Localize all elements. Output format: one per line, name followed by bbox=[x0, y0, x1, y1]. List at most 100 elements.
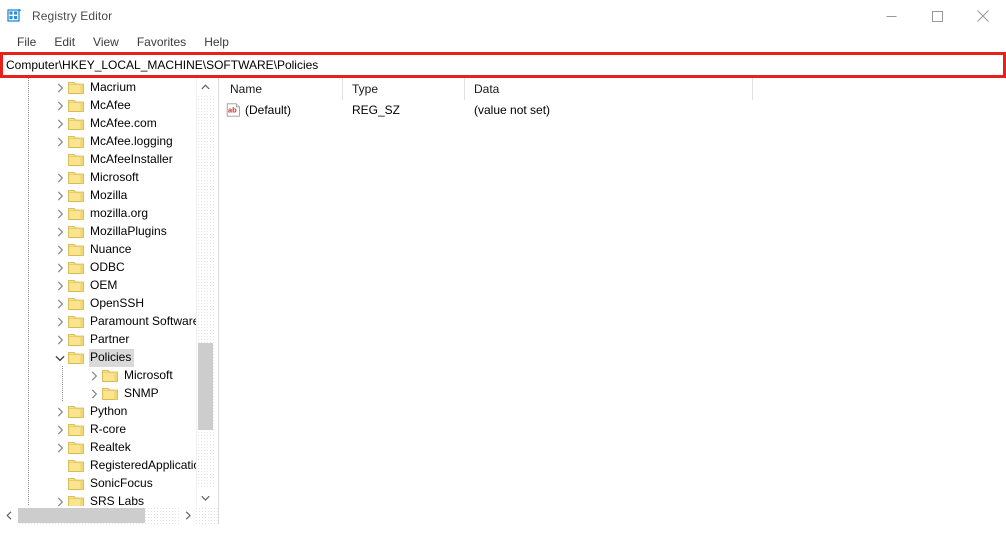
svg-text:ab: ab bbox=[228, 106, 237, 115]
tree-item-label: SNMP bbox=[124, 386, 159, 400]
chevron-right-icon[interactable] bbox=[52, 439, 68, 457]
scroll-up-icon[interactable] bbox=[197, 78, 214, 95]
title-bar: Registry Editor bbox=[0, 0, 1006, 32]
values-list[interactable]: ab (Default) REG_SZ (value not set) bbox=[221, 100, 1006, 120]
column-header-label: Type bbox=[352, 82, 379, 96]
registry-path-bar[interactable]: Computer\HKEY_LOCAL_MACHINE\SOFTWARE\Pol… bbox=[3, 55, 1003, 75]
tree-item-paramount-software[interactable]: Paramount Software bbox=[0, 313, 196, 331]
scroll-right-icon[interactable] bbox=[179, 507, 196, 524]
folder-icon bbox=[102, 387, 118, 401]
folder-icon bbox=[68, 297, 84, 311]
maximize-button[interactable] bbox=[914, 0, 960, 32]
tree-item-mcafee[interactable]: McAfee bbox=[0, 97, 196, 115]
scroll-left-icon[interactable] bbox=[0, 507, 17, 524]
tree-item-policies[interactable]: Policies bbox=[0, 349, 196, 367]
tree-vscroll-thumb[interactable] bbox=[198, 343, 213, 430]
tree-item-label: RegisteredApplications bbox=[90, 458, 196, 472]
folder-icon bbox=[68, 99, 84, 113]
tree-vscroll-track[interactable] bbox=[197, 95, 214, 489]
main-content: Macrium McAfee McAfee.com McAfee.logging McA… bbox=[0, 78, 1006, 526]
tree-item-python[interactable]: Python bbox=[0, 403, 196, 421]
menu-bar: File Edit View Favorites Help bbox=[0, 32, 1006, 52]
tree-item-mcafeeinstaller[interactable]: McAfeeInstaller bbox=[0, 151, 196, 169]
chevron-right-icon[interactable] bbox=[52, 493, 68, 506]
chevron-right-icon[interactable] bbox=[52, 295, 68, 313]
chevron-right-icon[interactable] bbox=[86, 367, 102, 385]
tree-item-microsoft[interactable]: Microsoft bbox=[0, 367, 196, 385]
registry-editor-window: Registry Editor File Edit View Favorites… bbox=[0, 0, 1006, 526]
chevron-right-icon[interactable] bbox=[52, 205, 68, 223]
chevron-right-icon[interactable] bbox=[52, 223, 68, 241]
tree-item-snmp[interactable]: SNMP bbox=[0, 385, 196, 403]
tree-item-label: SRS Labs bbox=[90, 494, 145, 506]
minimize-button[interactable] bbox=[868, 0, 914, 32]
column-header-data[interactable]: Data bbox=[465, 78, 753, 100]
column-header-label: Data bbox=[474, 82, 500, 96]
chevron-right-icon[interactable] bbox=[52, 277, 68, 295]
chevron-down-icon[interactable] bbox=[52, 349, 68, 367]
folder-icon bbox=[68, 207, 84, 221]
chevron-right-icon[interactable] bbox=[52, 313, 68, 331]
tree-item-r-core[interactable]: R-core bbox=[0, 421, 196, 439]
menu-item-edit[interactable]: Edit bbox=[45, 34, 84, 51]
chevron-right-icon[interactable] bbox=[52, 259, 68, 277]
scroll-down-icon[interactable] bbox=[197, 489, 214, 506]
chevron-right-icon[interactable] bbox=[52, 241, 68, 259]
tree-item-odbc[interactable]: ODBC bbox=[0, 259, 196, 277]
folder-icon bbox=[68, 315, 84, 329]
tree-item-label: Macrium bbox=[90, 80, 137, 94]
chevron-right-icon[interactable] bbox=[52, 187, 68, 205]
tree-item-registeredapplications[interactable]: RegisteredApplications bbox=[0, 457, 196, 475]
chevron-right-icon[interactable] bbox=[52, 79, 68, 97]
registry-tree[interactable]: Macrium McAfee McAfee.com McAfee.logging McA… bbox=[0, 78, 196, 506]
chevron-right-icon[interactable] bbox=[52, 421, 68, 439]
tree-item-label: Realtek bbox=[90, 440, 131, 454]
tree-horizontal-scrollbar[interactable] bbox=[0, 507, 218, 524]
window-title: Registry Editor bbox=[32, 9, 113, 23]
chevron-right-icon[interactable] bbox=[52, 97, 68, 115]
menu-item-view[interactable]: View bbox=[84, 34, 128, 51]
chevron-right-icon[interactable] bbox=[52, 403, 68, 421]
tree-item-microsoft[interactable]: Microsoft bbox=[0, 169, 196, 187]
tree-hscroll-thumb[interactable] bbox=[18, 508, 145, 523]
folder-icon bbox=[68, 279, 84, 293]
menu-item-help[interactable]: Help bbox=[195, 34, 238, 51]
menu-item-favorites[interactable]: Favorites bbox=[128, 34, 195, 51]
registry-values-pane: Name Type Data ab (Default) REG_SZ (value not… bbox=[221, 78, 1006, 524]
tree-item-partner[interactable]: Partner bbox=[0, 331, 196, 349]
chevron-right-icon[interactable] bbox=[52, 331, 68, 349]
chevron-right-icon[interactable] bbox=[52, 169, 68, 187]
registry-editor-icon bbox=[7, 8, 23, 24]
tree-item-label: Partner bbox=[90, 332, 130, 346]
tree-item-label: ODBC bbox=[90, 260, 125, 274]
tree-item-macrium[interactable]: Macrium bbox=[0, 79, 196, 97]
tree-item-label: MozillaPlugins bbox=[90, 224, 167, 238]
tree-item-mcafee-com[interactable]: McAfee.com bbox=[0, 115, 196, 133]
close-button[interactable] bbox=[960, 0, 1006, 32]
tree-item-mozilla-org[interactable]: mozilla.org bbox=[0, 205, 196, 223]
tree-item-openssh[interactable]: OpenSSH bbox=[0, 295, 196, 313]
column-header-name[interactable]: Name bbox=[221, 78, 343, 100]
tree-item-mozilla[interactable]: Mozilla bbox=[0, 187, 196, 205]
tree-vertical-scrollbar[interactable] bbox=[196, 78, 214, 506]
tree-item-nuance[interactable]: Nuance bbox=[0, 241, 196, 259]
folder-icon bbox=[68, 243, 84, 257]
tree-item-mcafee-logging[interactable]: McAfee.logging bbox=[0, 133, 196, 151]
tree-guide-line bbox=[62, 366, 63, 402]
column-header-type[interactable]: Type bbox=[343, 78, 465, 100]
chevron-right-icon[interactable] bbox=[86, 385, 102, 403]
column-header-label: Name bbox=[230, 82, 263, 96]
tree-item-realtek[interactable]: Realtek bbox=[0, 439, 196, 457]
values-column-headers: Name Type Data bbox=[221, 78, 1006, 100]
tree-item-mozillaplugins[interactable]: MozillaPlugins bbox=[0, 223, 196, 241]
tree-item-label: Paramount Software bbox=[90, 314, 196, 328]
chevron-right-icon[interactable] bbox=[52, 115, 68, 133]
value-row[interactable]: ab (Default) REG_SZ (value not set) bbox=[221, 100, 1006, 120]
chevron-right-icon[interactable] bbox=[52, 133, 68, 151]
folder-icon bbox=[68, 225, 84, 239]
tree-item-oem[interactable]: OEM bbox=[0, 277, 196, 295]
tree-item-sonicfocus[interactable]: SonicFocus bbox=[0, 475, 196, 493]
tree-item-srs-labs[interactable]: SRS Labs bbox=[0, 493, 196, 506]
folder-icon bbox=[68, 495, 84, 506]
menu-item-file[interactable]: File bbox=[8, 34, 45, 51]
